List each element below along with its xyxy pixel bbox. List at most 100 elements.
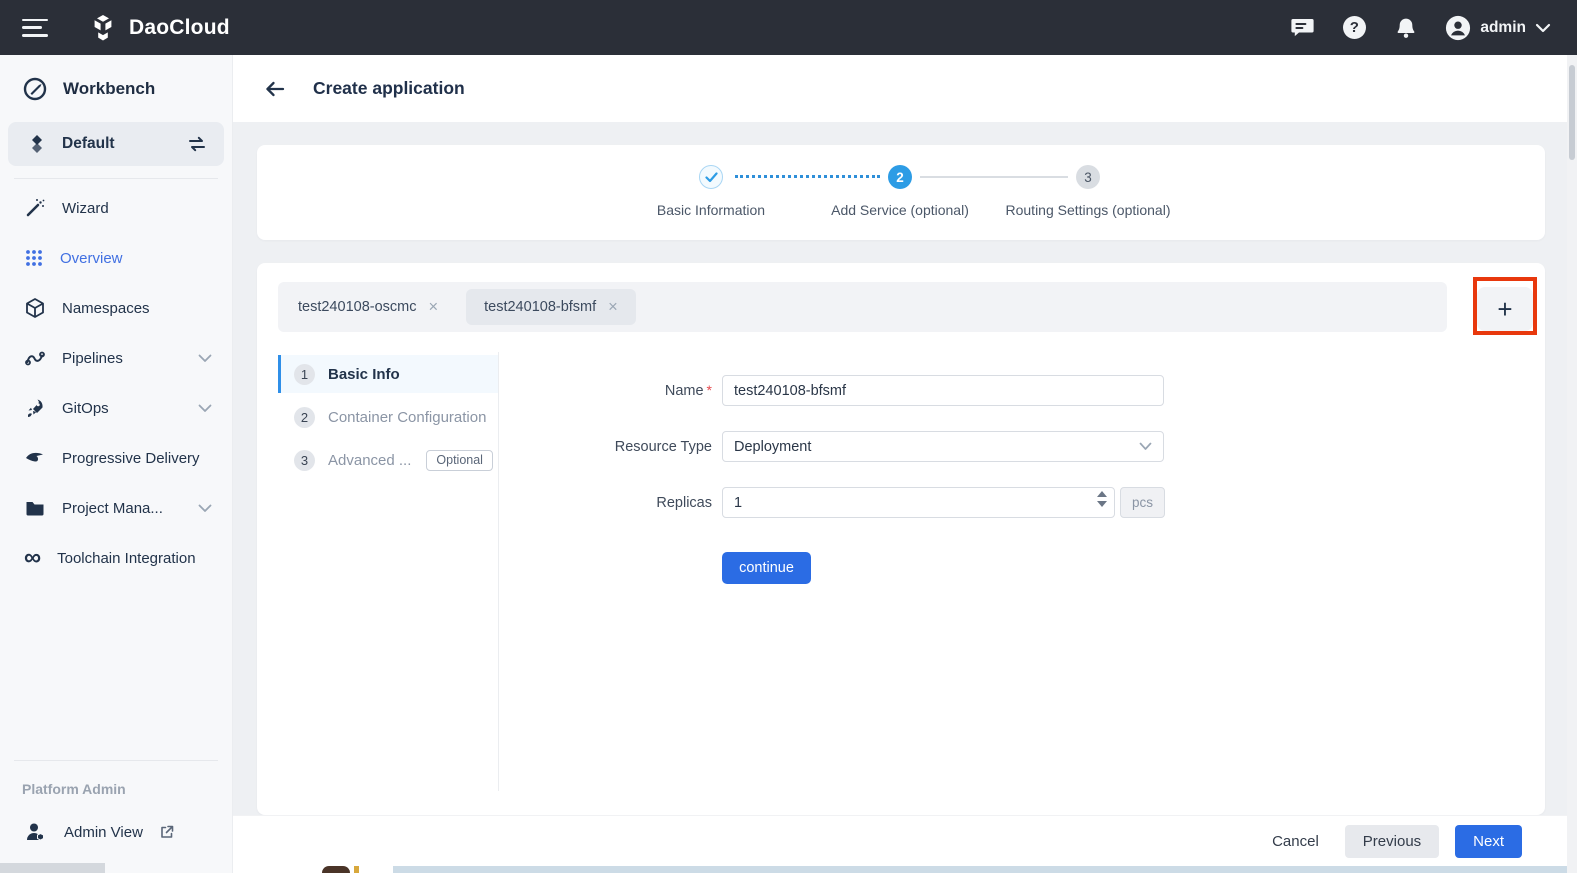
rocket-icon — [24, 397, 46, 419]
next-button[interactable]: Next — [1455, 824, 1522, 858]
step-1-circle — [699, 165, 723, 189]
step-2-circle: 2 — [888, 165, 912, 189]
resource-type-field-row: Resource Type Deployment — [422, 431, 1164, 462]
step-number-badge: 2 — [294, 406, 315, 428]
brand-name: DaoCloud — [129, 15, 230, 39]
step-3-label: Routing Settings (optional) — [1005, 202, 1171, 218]
step-1-label: Basic Information — [656, 202, 766, 218]
menu-hamburger-icon[interactable] — [22, 18, 48, 37]
sidebar-item-label: Namespaces — [62, 299, 150, 317]
daocloud-app: DaoCloud ? admin Workbench Default Wizar… — [0, 0, 1577, 873]
chevron-down-icon — [198, 504, 212, 513]
check-icon — [704, 171, 718, 182]
spin-up-icon[interactable] — [1097, 491, 1107, 497]
close-icon[interactable]: × — [428, 299, 438, 316]
resource-type-select[interactable]: Deployment — [722, 431, 1164, 462]
bird-icon — [24, 447, 46, 469]
replicas-number-box — [722, 487, 1115, 518]
chevron-down-icon — [1535, 23, 1551, 33]
continue-button[interactable]: continue — [722, 552, 811, 584]
page-scrollbar[interactable] — [1567, 55, 1577, 873]
sidebar: Workbench Default Wizard Overview Namesp… — [0, 55, 233, 873]
name-input[interactable] — [722, 375, 1164, 406]
scrollbar-thumb[interactable] — [1569, 65, 1575, 160]
question-glyph: ? — [1349, 19, 1359, 36]
sidebar-item-progressive-delivery[interactable]: Progressive Delivery — [0, 433, 232, 483]
sidebar-item-toolchain-integration[interactable]: ∞ Toolchain Integration — [0, 533, 232, 583]
step-2-label: Add Service (optional) — [831, 202, 969, 218]
sidebar-item-project-management[interactable]: Project Mana... — [0, 483, 232, 533]
user-menu[interactable]: admin — [1445, 15, 1551, 41]
tab-label: test240108-bfsmf — [484, 299, 597, 315]
tab-label: test240108-oscmc — [298, 299, 417, 315]
message-icon[interactable] — [1289, 15, 1315, 41]
pipeline-icon — [24, 347, 46, 369]
tab-service-bfsmf[interactable]: test240108-bfsmf × — [466, 289, 636, 325]
cut-off-avatar — [322, 866, 350, 873]
chevron-down-icon — [198, 354, 212, 363]
chevron-down-icon — [198, 404, 212, 413]
sidebar-item-pipelines[interactable]: Pipelines — [0, 333, 232, 383]
add-service-button[interactable]: + — [1477, 287, 1533, 331]
daocloud-logo-icon — [88, 13, 118, 43]
sidebar-item-label: Pipelines — [62, 349, 123, 367]
form-nav-divider — [498, 352, 499, 791]
page-header: Create application — [233, 55, 1577, 122]
sidebar-divider — [14, 178, 218, 179]
user-name: admin — [1480, 18, 1526, 36]
plus-icon: + — [1497, 293, 1513, 324]
workspace-name: Default — [62, 135, 115, 152]
sidebar-item-gitops[interactable]: GitOps — [0, 383, 232, 433]
cut-off-content — [233, 866, 393, 873]
infinity-icon: ∞ — [24, 544, 42, 571]
page-title: Create application — [313, 78, 465, 98]
tab-service-oscmc[interactable]: test240108-oscmc × — [280, 289, 456, 325]
sidebar-item-overview[interactable]: Overview — [0, 233, 232, 283]
step-connector-dotted — [735, 175, 880, 178]
external-link-icon — [159, 824, 175, 840]
topbar: DaoCloud ? admin — [0, 0, 1577, 55]
workbench-icon — [22, 76, 48, 102]
cut-off-avatar — [354, 866, 359, 873]
sidebar-item-namespaces[interactable]: Namespaces — [0, 283, 232, 333]
cut-off-content — [393, 866, 1577, 873]
required-asterisk: * — [706, 382, 712, 398]
replicas-label: Replicas — [656, 494, 712, 511]
sidebar-item-wizard[interactable]: Wizard — [0, 183, 232, 233]
replicas-input[interactable] — [723, 489, 1085, 516]
step-3-circle: 3 — [1076, 165, 1100, 189]
replicas-stepper[interactable] — [1097, 491, 1107, 507]
previous-button[interactable]: Previous — [1344, 824, 1440, 858]
wizard-nav-label: Container Configuration — [328, 408, 487, 426]
sidebar-section-workbench: Workbench — [0, 55, 232, 117]
sidebar-item-label: Overview — [60, 249, 123, 267]
cut-off-element — [0, 863, 105, 873]
cube-icon — [24, 297, 46, 319]
step-number: 2 — [896, 169, 904, 185]
wizard-nav-label: Basic Info — [328, 365, 400, 383]
cancel-button[interactable]: Cancel — [1262, 825, 1329, 858]
sidebar-item-label: Progressive Delivery — [62, 449, 200, 467]
sidebar-item-label: Wizard — [62, 199, 109, 217]
wizard-nav-label: Advanced ... — [328, 451, 412, 469]
notifications-bell-icon[interactable] — [1393, 15, 1419, 41]
name-field-label: Name * — [664, 382, 712, 399]
service-tabbar: test240108-oscmc × test240108-bfsmf × — [278, 282, 1447, 332]
workspace-selector[interactable]: Default — [8, 122, 224, 166]
sidebar-item-label: Project Mana... — [62, 499, 163, 517]
back-arrow-icon[interactable] — [264, 80, 286, 98]
workbench-label: Workbench — [63, 79, 156, 98]
replicas-unit: pcs — [1120, 487, 1165, 518]
platform-admin-label: Platform Admin — [22, 781, 126, 797]
help-icon[interactable]: ? — [1341, 15, 1367, 41]
step-connector-solid — [920, 176, 1068, 178]
brand-logo[interactable]: DaoCloud — [88, 13, 230, 43]
switch-workspace-icon[interactable] — [186, 134, 208, 154]
topbar-actions: ? admin — [1289, 15, 1551, 41]
service-form-card: test240108-oscmc × test240108-bfsmf × + … — [257, 263, 1545, 815]
spin-down-icon[interactable] — [1097, 501, 1107, 507]
wizard-footer: Cancel Previous Next — [233, 815, 1577, 866]
grid-dots-icon — [24, 248, 44, 268]
avatar-icon — [1445, 15, 1471, 41]
close-icon[interactable]: × — [608, 299, 618, 316]
